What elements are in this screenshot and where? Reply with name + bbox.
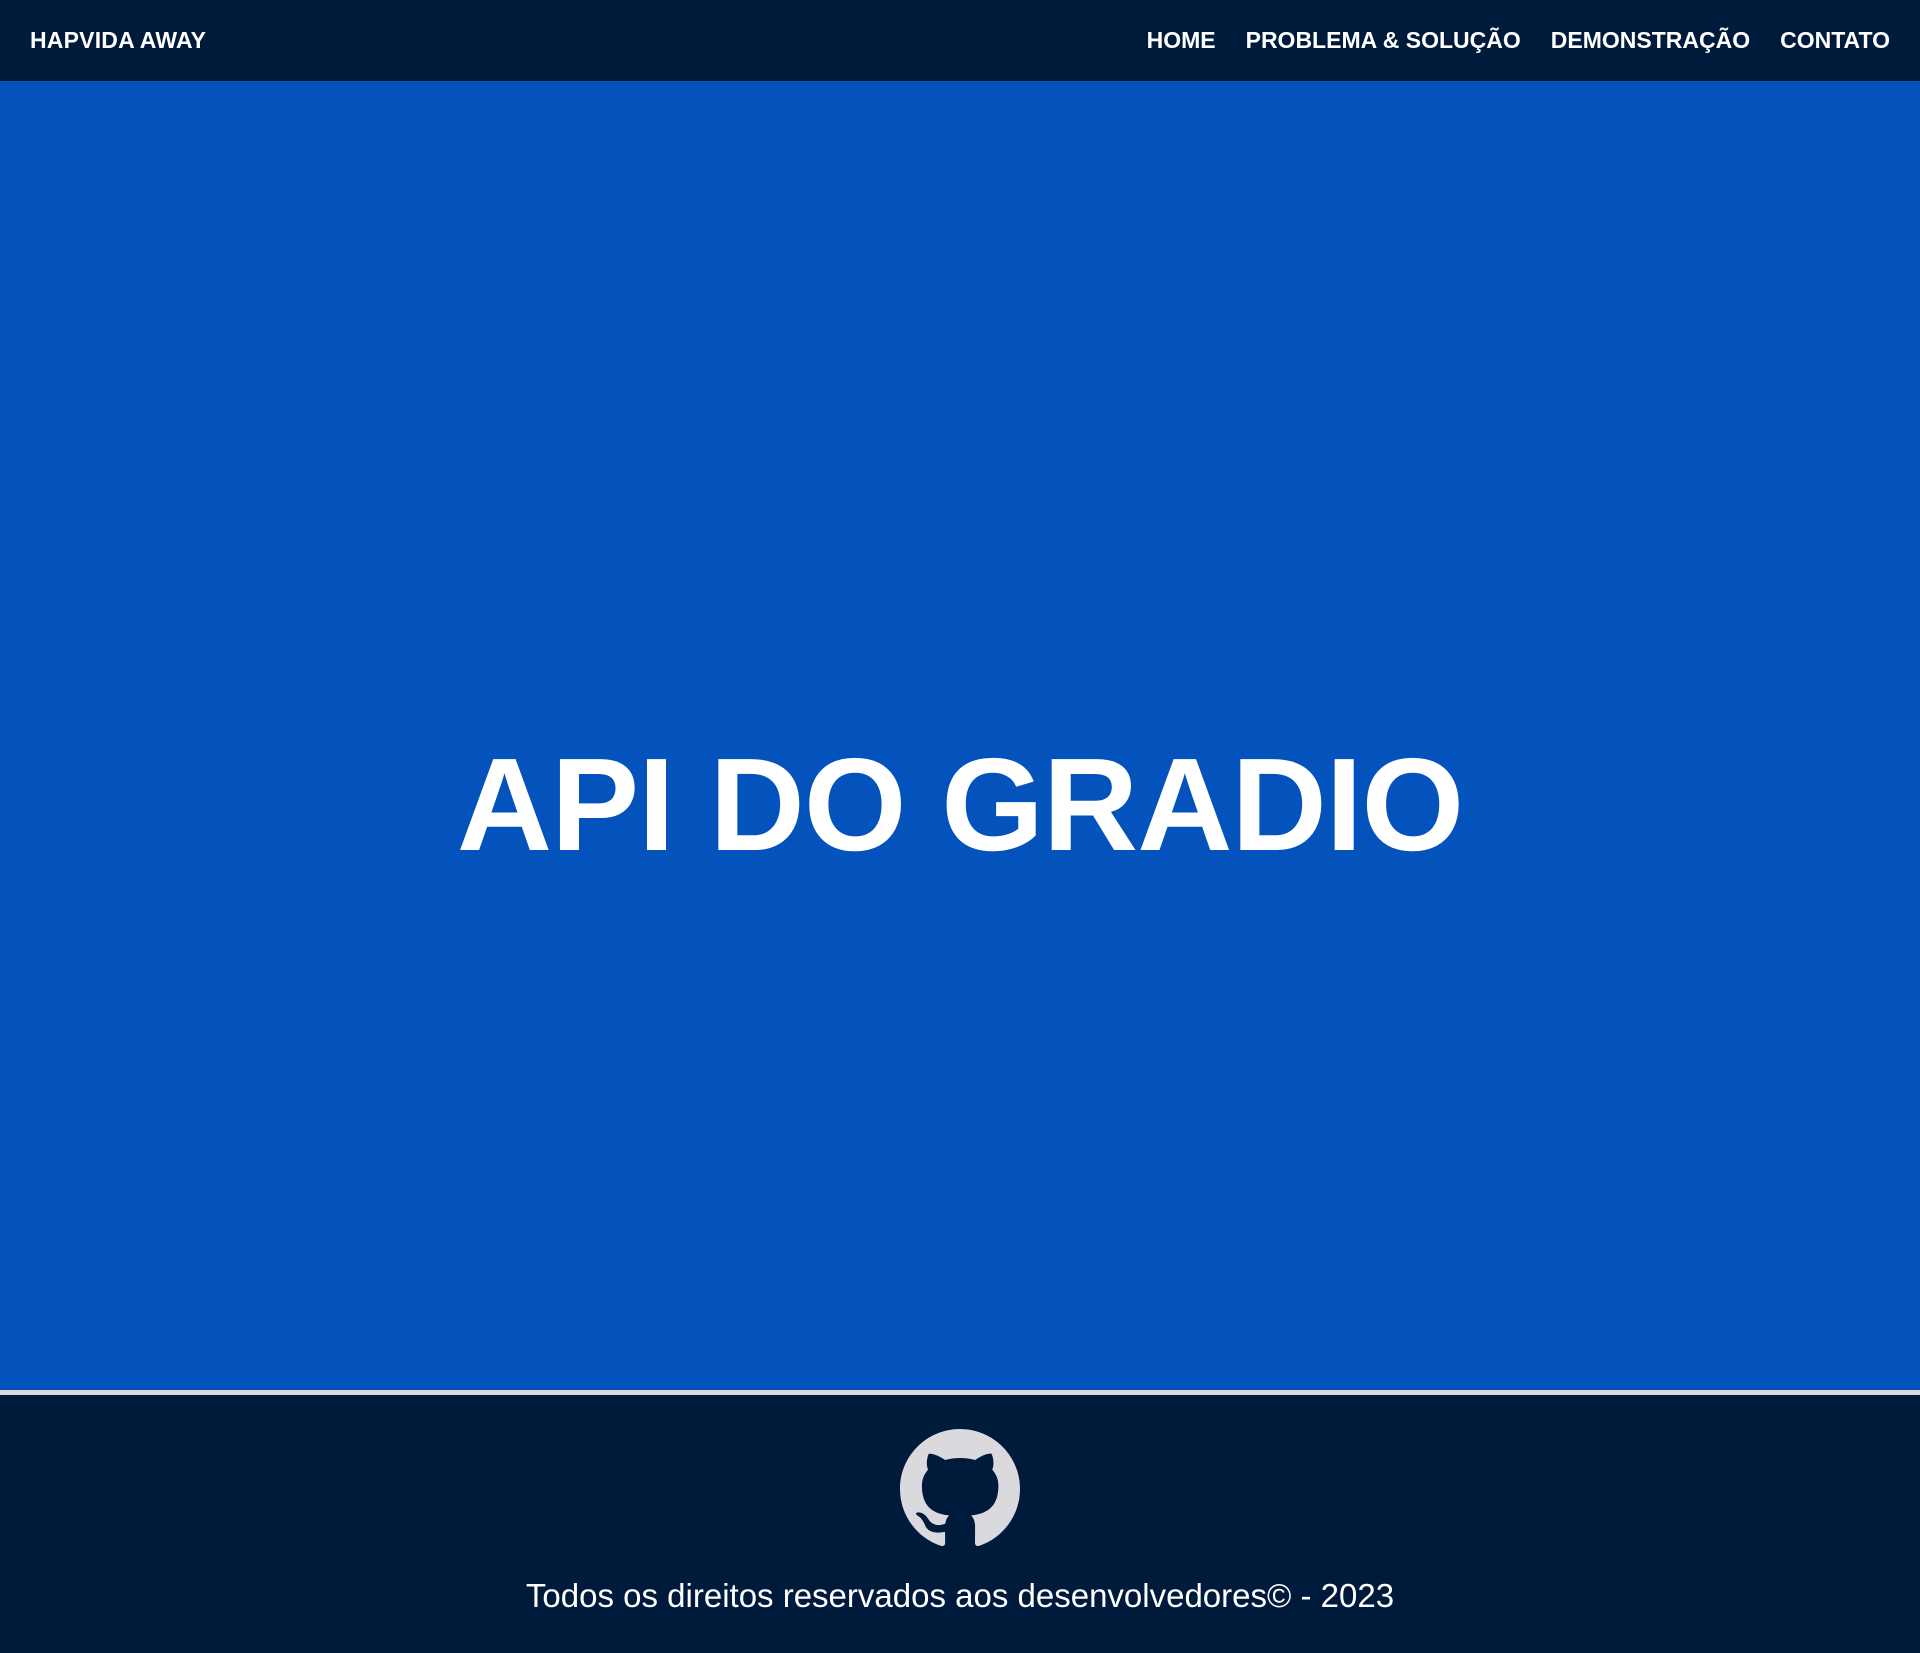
nav-link-home[interactable]: HOME (1147, 27, 1216, 54)
nav-link-contato[interactable]: CONTATO (1780, 27, 1890, 54)
brand-logo-link[interactable]: HAPVIDA AWAY (30, 27, 206, 54)
hero-section: API DO GRADIO (0, 81, 1920, 1390)
top-navbar: HAPVIDA AWAY HOME PROBLEMA & SOLUÇÃO DEM… (0, 0, 1920, 81)
github-link[interactable] (900, 1429, 1020, 1549)
copyright-text: Todos os direitos reservados aos desenvo… (525, 1577, 1395, 1614)
github-icon (900, 1429, 1020, 1547)
nav-link-problema-solucao[interactable]: PROBLEMA & SOLUÇÃO (1246, 27, 1521, 54)
nav-link-demonstracao[interactable]: DEMONSTRAÇÃO (1551, 27, 1750, 54)
main-nav: HOME PROBLEMA & SOLUÇÃO DEMONSTRAÇÃO CON… (1147, 27, 1890, 54)
page-footer: Todos os direitos reservados aos desenvo… (0, 1395, 1920, 1653)
hero-title: API DO GRADIO (456, 731, 1464, 878)
